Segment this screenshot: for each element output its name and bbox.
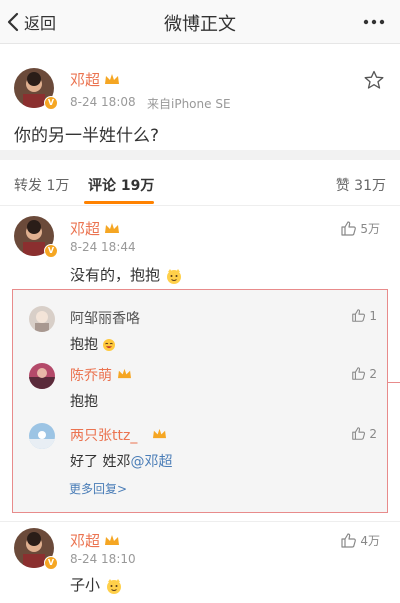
like-count: 2 xyxy=(369,366,377,381)
comment-time: 8-24 18:44 xyxy=(70,240,136,254)
comment-text: 子小 xyxy=(70,576,101,594)
verified-badge-icon: V xyxy=(44,96,58,110)
member-crown-icon xyxy=(118,368,131,379)
reply-like-button[interactable]: 2 xyxy=(351,426,377,441)
tab-comment[interactable]: 评论 19万 xyxy=(88,175,154,195)
comment-time: 8-24 18:10 xyxy=(70,552,136,566)
hug-emoji-icon xyxy=(166,268,181,284)
tab-like[interactable]: 赞 31万 xyxy=(336,175,386,195)
hug-emoji-icon xyxy=(106,578,121,594)
more-icon[interactable] xyxy=(362,12,386,32)
thumbs-up-icon xyxy=(352,427,366,440)
reply-author-name[interactable]: 陈乔萌 xyxy=(70,365,112,385)
member-crown-icon xyxy=(105,535,119,545)
verified-badge-icon: V xyxy=(44,556,58,570)
post-time: 8-24 18:08 xyxy=(70,95,136,109)
laugh-emoji-icon xyxy=(103,339,116,351)
reply-text: 抱抱 xyxy=(70,394,98,410)
thumbs-up-icon xyxy=(352,309,366,322)
comment-author-name[interactable]: 邓超 xyxy=(70,218,100,239)
comment-like-button[interactable]: 4万 xyxy=(340,532,380,549)
active-tab-indicator xyxy=(84,201,154,204)
post-author-name[interactable]: 邓超 xyxy=(70,69,100,90)
like-count: 5万 xyxy=(360,222,380,236)
section-separator xyxy=(0,150,400,160)
comment-text: 没有的，抱抱 xyxy=(70,266,161,284)
comment-divider xyxy=(0,521,400,522)
reply-avatar[interactable] xyxy=(29,363,55,389)
member-crown-icon xyxy=(153,428,166,439)
verified-badge-icon: V xyxy=(44,244,58,258)
reply-text: 抱抱 xyxy=(70,337,98,353)
reply-like-button[interactable]: 1 xyxy=(351,308,377,323)
reply-like-button[interactable]: 2 xyxy=(351,366,377,381)
annotation-line xyxy=(388,382,400,383)
reply-text: 好了 姓邓 xyxy=(70,454,131,470)
reply-author-name[interactable]: 两只张ttz_ xyxy=(70,425,137,445)
star-icon[interactable] xyxy=(364,70,384,90)
page-title: 微博正文 xyxy=(164,14,236,35)
reply-avatar[interactable] xyxy=(29,423,55,449)
tab-repost[interactable]: 转发 1万 xyxy=(14,175,69,195)
reply-author-name[interactable]: 阿邹丽香咯 xyxy=(70,308,140,328)
member-crown-icon xyxy=(105,223,119,233)
weibo-post: V 邓超 8-24 18:08 来自iPhone SE 你的另一半姓什么? xyxy=(0,44,400,150)
comment-author-name[interactable]: 邓超 xyxy=(70,530,100,551)
like-count: 2 xyxy=(369,426,377,441)
more-replies-link[interactable]: 更多回复> xyxy=(69,480,127,497)
post-tabs: 转发 1万 评论 19万 赞 31万 xyxy=(0,160,400,206)
comment-content: 子小 xyxy=(70,574,123,595)
reply-avatar[interactable] xyxy=(29,306,55,332)
member-crown-icon xyxy=(105,74,119,84)
like-count: 4万 xyxy=(360,534,380,548)
thumbs-up-icon xyxy=(352,367,366,380)
comment-list: V 邓超 8-24 18:44 5万 没有的，抱抱 阿邹丽香咯 抱抱 1 陈乔萌… xyxy=(0,206,400,603)
mention-link[interactable]: @邓超 xyxy=(130,454,172,470)
post-content: 你的另一半姓什么? xyxy=(14,126,160,146)
thumbs-up-icon xyxy=(341,221,357,236)
reply-content: 抱抱 xyxy=(70,334,116,354)
post-source: 来自iPhone SE xyxy=(147,97,231,111)
comment-content: 没有的，抱抱 xyxy=(70,264,183,285)
reply-thread: 阿邹丽香咯 抱抱 1 陈乔萌 抱抱 2 两只张ttz_ 好了 姓邓@邓超 2 更… xyxy=(12,289,388,513)
like-count: 1 xyxy=(369,308,377,323)
comment-like-button[interactable]: 5万 xyxy=(340,220,380,237)
thumbs-up-icon xyxy=(341,533,357,548)
navigation-bar: 返回 微博正文 xyxy=(0,0,400,44)
reply-content: 好了 姓邓@邓超 xyxy=(70,451,172,471)
